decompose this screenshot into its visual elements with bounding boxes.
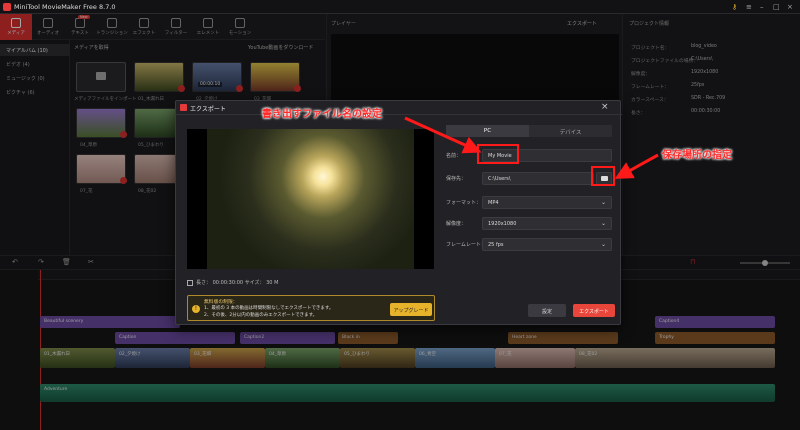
annotation-arrow	[404, 116, 482, 154]
annotation-arrow	[614, 153, 659, 179]
annotation-arrows	[404, 116, 659, 179]
